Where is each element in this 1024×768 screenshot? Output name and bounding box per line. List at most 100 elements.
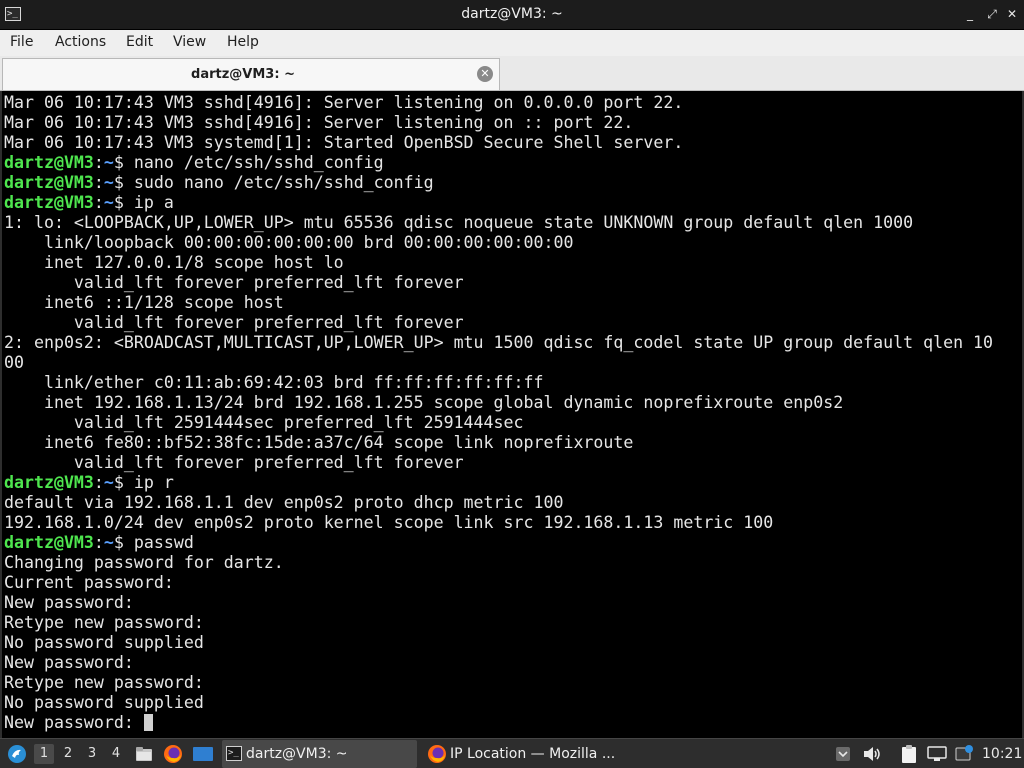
output-text: valid_lft forever preferred_lft forever xyxy=(4,273,464,292)
output-text: inet6 ::1/128 scope host xyxy=(4,293,284,312)
firefox-icon xyxy=(426,743,448,765)
output-text: Mar 06 10:17:43 VM3 systemd[1]: Started … xyxy=(4,133,684,152)
task-label: IP Location — Mozilla ... xyxy=(450,746,616,762)
workspace-1[interactable]: 1 xyxy=(34,744,54,764)
volume-icon[interactable] xyxy=(862,745,882,763)
menu-help[interactable]: Help xyxy=(227,34,259,50)
workspace-3[interactable]: 3 xyxy=(82,744,102,764)
output-text: New password: xyxy=(4,593,134,612)
prompt-path: ~ xyxy=(103,193,114,212)
show-desktop-icon[interactable] xyxy=(192,745,214,763)
terminal-icon: >_ xyxy=(226,746,242,761)
terminal-command-line: dartz@VM3:~$ ip r xyxy=(4,473,174,492)
menu-file[interactable]: File xyxy=(10,34,33,50)
terminal-output-line: No password supplied xyxy=(4,633,993,653)
command-text: ip r xyxy=(133,473,174,492)
output-text: Mar 06 10:17:43 VM3 sshd[4916]: Server l… xyxy=(4,113,634,132)
terminal-command-line: dartz@VM3:~$ passwd xyxy=(4,533,194,552)
command-text: passwd xyxy=(133,533,194,552)
prompt-path: ~ xyxy=(103,473,114,492)
task-label: dartz@VM3: ~ xyxy=(246,746,348,762)
terminal-output-line: inet6 ::1/128 scope host xyxy=(4,293,993,313)
file-manager-icon[interactable] xyxy=(134,744,154,764)
tab-label: dartz@VM3: ~ xyxy=(191,67,295,82)
terminal-output-line: Mar 06 10:17:43 VM3 sshd[4916]: Server l… xyxy=(4,113,993,133)
terminal-command-line: dartz@VM3:~$ sudo nano /etc/ssh/sshd_con… xyxy=(4,173,434,192)
prompt-user: dartz@VM3 xyxy=(4,473,94,492)
terminal-output-line: Retype new password: xyxy=(4,613,993,633)
workspace-4[interactable]: 4 xyxy=(106,744,126,764)
output-text: Changing password for dartz. xyxy=(4,553,284,572)
terminal-output-line: valid_lft 2591444sec preferred_lft 25914… xyxy=(4,413,993,433)
menu-edit[interactable]: Edit xyxy=(126,34,153,50)
terminal-output-line: default via 192.168.1.1 dev enp0s2 proto… xyxy=(4,493,993,513)
notifications-icon[interactable] xyxy=(954,744,974,764)
command-text: ip a xyxy=(133,193,174,212)
terminal-output-line: link/loopback 00:00:00:00:00:00 brd 00:0… xyxy=(4,233,993,253)
tab-terminal[interactable]: dartz@VM3: ~ ✕ xyxy=(2,58,500,90)
taskbar: 1 2 3 4 >_ dartz@VM3: ~ IP Location — Mo… xyxy=(0,738,1024,768)
minimize-icon[interactable]: _ xyxy=(962,6,978,22)
terminal-output-line: link/ether c0:11:ab:69:42:03 brd ff:ff:f… xyxy=(4,373,993,393)
clock[interactable]: 10:21 xyxy=(982,739,1022,768)
window-title: dartz@VM3: ~ xyxy=(461,6,563,22)
output-text: inet 127.0.0.1/8 scope host lo xyxy=(4,253,344,272)
terminal-output-line: inet 127.0.0.1/8 scope host lo xyxy=(4,253,993,273)
terminal-command-line: dartz@VM3:~$ nano /etc/ssh/sshd_config xyxy=(4,153,384,172)
prompt-user: dartz@VM3 xyxy=(4,193,94,212)
output-text: No password supplied xyxy=(4,693,204,712)
window-title-bar[interactable]: >_ dartz@VM3: ~ _ ⤢ ✕ xyxy=(0,0,1024,30)
terminal-output-line: valid_lft forever preferred_lft forever xyxy=(4,453,993,473)
terminal-output-line: Mar 06 10:17:43 VM3 systemd[1]: Started … xyxy=(4,133,993,153)
terminal-output-line: inet 192.168.1.13/24 brd 192.168.1.255 s… xyxy=(4,393,993,413)
menu-actions[interactable]: Actions xyxy=(55,34,106,50)
output-text: inet 192.168.1.13/24 brd 192.168.1.255 s… xyxy=(4,393,844,412)
task-terminal[interactable]: >_ dartz@VM3: ~ xyxy=(222,740,417,768)
output-text: valid_lft forever preferred_lft forever xyxy=(4,313,464,332)
output-text: 1: lo: <LOOPBACK,UP,LOWER_UP> mtu 65536 … xyxy=(4,213,914,232)
terminal-output[interactable]: Mar 06 10:17:43 VM3 sshd[4916]: Server l… xyxy=(0,91,1024,738)
maximize-icon[interactable]: ⤢ xyxy=(984,6,1000,22)
close-window-icon[interactable]: ✕ xyxy=(1004,6,1020,22)
menu-view[interactable]: View xyxy=(173,34,206,50)
prompt-user: dartz@VM3 xyxy=(4,533,94,552)
output-text: 192.168.1.0/24 dev enp0s2 proto kernel s… xyxy=(4,513,774,532)
task-firefox[interactable]: IP Location — Mozilla ... xyxy=(423,740,623,768)
output-text: valid_lft forever preferred_lft forever xyxy=(4,453,464,472)
close-tab-icon[interactable]: ✕ xyxy=(477,66,493,82)
prompt-user: dartz@VM3 xyxy=(4,173,94,192)
command-text: sudo nano /etc/ssh/sshd_config xyxy=(133,173,434,192)
terminal-output-line: 1: lo: <LOOPBACK,UP,LOWER_UP> mtu 65536 … xyxy=(4,213,993,233)
terminal-output-line: New password: xyxy=(4,713,993,733)
output-text: inet6 fe80::bf52:38fc:15de:a37c/64 scope… xyxy=(4,433,634,452)
output-text: 00 xyxy=(4,353,24,372)
prompt-user: dartz@VM3 xyxy=(4,153,94,172)
terminal-output-line: New password: xyxy=(4,593,993,613)
output-text: link/loopback 00:00:00:00:00:00 brd 00:0… xyxy=(4,233,574,252)
terminal-output-line: inet6 fe80::bf52:38fc:15de:a37c/64 scope… xyxy=(4,433,993,453)
password-prompt: New password: xyxy=(4,713,144,732)
output-text: Retype new password: xyxy=(4,613,204,632)
clipboard-icon[interactable] xyxy=(900,744,918,764)
network-icon[interactable] xyxy=(926,745,948,763)
terminal-command-line: dartz@VM3:~$ ip a xyxy=(4,193,174,212)
terminal-output-line: valid_lft forever preferred_lft forever xyxy=(4,273,993,293)
output-text: No password supplied xyxy=(4,633,204,652)
firefox-icon[interactable] xyxy=(162,743,184,765)
tab-bar: dartz@VM3: ~ ✕ xyxy=(0,56,1024,91)
terminal-output-line: 192.168.1.0/24 dev enp0s2 proto kernel s… xyxy=(4,513,993,533)
output-text: Mar 06 10:17:43 VM3 sshd[4916]: Server l… xyxy=(4,93,684,112)
terminal-output-line: Mar 06 10:17:43 VM3 sshd[4916]: Server l… xyxy=(4,93,993,113)
terminal-lines: Mar 06 10:17:43 VM3 sshd[4916]: Server l… xyxy=(4,93,993,733)
window-list-icon[interactable] xyxy=(834,745,852,763)
output-text: default via 192.168.1.1 dev enp0s2 proto… xyxy=(4,493,564,512)
menu-bar: File Actions Edit View Help xyxy=(0,30,1024,56)
terminal-output-line: Changing password for dartz. xyxy=(4,553,993,573)
command-text: nano /etc/ssh/sshd_config xyxy=(133,153,384,172)
prompt-path: ~ xyxy=(103,153,114,172)
output-text: 2: enp0s2: <BROADCAST,MULTICAST,UP,LOWER… xyxy=(4,333,994,352)
terminal-output-line: Current password: xyxy=(4,573,993,593)
terminal-output-line: Retype new password: xyxy=(4,673,993,693)
start-menu-icon[interactable] xyxy=(6,743,28,765)
workspace-2[interactable]: 2 xyxy=(58,744,78,764)
